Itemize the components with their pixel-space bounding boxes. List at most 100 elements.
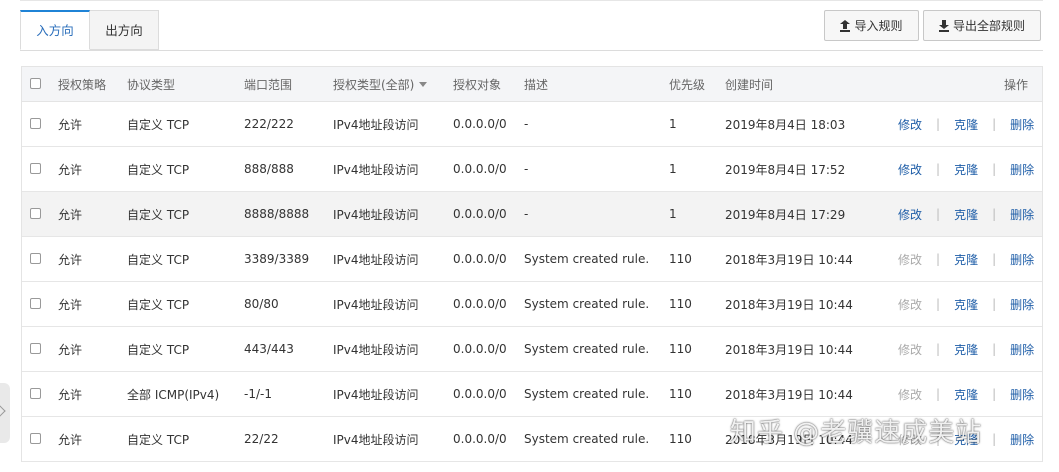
export-all-rules-button[interactable]: 导出全部规则 [923,10,1041,41]
header-priority: 优先级 [669,77,706,92]
import-rules-button[interactable]: 导入规则 [824,10,919,41]
cell-created-time: 2018年3月19日 10:44 [725,297,853,312]
row-checkbox[interactable] [30,343,41,354]
watermark: 知乎 @老骥速成美站 [730,418,983,448]
cell-priority: 1 [669,117,677,131]
header-policy: 授权策略 [58,77,107,92]
cell-auth-object: 0.0.0.0/0 [453,387,507,401]
cell-auth-object: 0.0.0.0/0 [453,297,507,311]
import-rules-label: 导入规则 [854,19,903,33]
cell-policy: 允许 [58,342,83,357]
select-all-checkbox[interactable] [30,78,41,89]
header-created-time: 创建时间 [725,77,774,92]
clone-link[interactable]: 克隆 [954,206,978,223]
row-checkbox[interactable] [30,253,41,264]
row-operations: 修改 | 克隆 | 删除 [898,147,1034,191]
cell-priority: 1 [669,207,677,221]
table-row: 允许 自定义 TCP 222/222 IPv4地址段访问 0.0.0.0/0 - 1 2019… [22,102,1042,147]
table-row: 允许 自定义 TCP 8888/8888 IPv4地址段访问 0.0.0.0/0 - 1 20… [22,192,1042,237]
header-auth-type-filter[interactable]: 授权类型(全部) [333,67,428,101]
cell-protocol: 自定义 TCP [127,207,190,222]
cell-port: 8888/8888 [244,207,310,221]
edit-link[interactable]: 修改 [898,116,922,133]
cell-priority: 110 [669,432,692,446]
row-operations: 修改 | 克隆 | 删除 [898,372,1034,416]
separator: | [992,117,997,131]
cell-auth-type: IPv4地址段访问 [333,387,419,402]
row-checkbox[interactable] [30,388,41,399]
cell-auth-object: 0.0.0.0/0 [453,432,507,446]
header-port: 端口范围 [244,77,293,92]
cell-priority: 110 [669,387,692,401]
separator: | [936,297,941,311]
separator: | [992,342,997,356]
cell-description: System created rule. [524,342,650,356]
edit-link[interactable]: 修改 [898,161,922,178]
download-icon [938,20,949,32]
edit-link[interactable]: 修改 [898,206,922,223]
cell-created-time: 2019年8月4日 18:03 [725,117,846,132]
clone-link[interactable]: 克隆 [954,161,978,178]
cell-auth-type: IPv4地址段访问 [333,117,419,132]
row-checkbox[interactable] [30,163,41,174]
clone-link[interactable]: 克隆 [954,296,978,313]
cell-auth-type: IPv4地址段访问 [333,252,419,267]
caret-down-icon [419,81,428,87]
row-operations: 修改 | 克隆 | 删除 [898,327,1034,371]
cell-policy: 允许 [58,297,83,312]
edit-link: 修改 [898,342,923,357]
cell-description: - [524,207,529,221]
cell-description: System created rule. [524,432,650,446]
separator: | [992,387,997,401]
delete-link[interactable]: 删除 [1010,341,1034,358]
cell-auth-object: 0.0.0.0/0 [453,207,507,221]
separator: | [992,432,997,446]
table-header-row: 授权策略 协议类型 端口范围 授权类型(全部) 授权对象 描述 优先级 创建时间… [22,67,1042,102]
cell-auth-object: 0.0.0.0/0 [453,117,507,131]
table-row: 允许 全部 ICMP(IPv4) -1/-1 IPv4地址段访问 0.0.0.0/0 Sy… [22,372,1042,417]
delete-link[interactable]: 删除 [1010,386,1034,403]
cell-protocol: 全部 ICMP(IPv4) [127,387,220,402]
cell-created-time: 2018年3月19日 10:44 [725,252,853,267]
clone-link[interactable]: 克隆 [954,116,978,133]
row-checkbox[interactable] [30,298,41,309]
clone-link[interactable]: 克隆 [954,386,978,403]
header-auth-type: 授权类型(全部) [333,77,415,92]
table-row: 允许 自定义 TCP 3389/3389 IPv4地址段访问 0.0.0.0/0 Syst… [22,237,1042,282]
delete-link[interactable]: 删除 [1010,161,1034,178]
separator: | [992,207,997,221]
separator: | [936,162,941,176]
cell-port: 80/80 [244,297,279,311]
cell-policy: 允许 [58,207,83,222]
separator: | [992,297,997,311]
clone-link[interactable]: 克隆 [954,341,978,358]
row-checkbox[interactable] [30,208,41,219]
cell-port: 22/22 [244,432,279,446]
delete-link[interactable]: 删除 [1010,206,1034,223]
tab-inbound[interactable]: 入方向 [20,10,90,50]
header-protocol: 协议类型 [127,77,176,92]
delete-link[interactable]: 删除 [1010,296,1034,313]
cell-created-time: 2019年8月4日 17:29 [725,207,846,222]
tab-outbound[interactable]: 出方向 [90,10,159,50]
row-checkbox[interactable] [30,433,41,444]
cell-protocol: 自定义 TCP [127,162,190,177]
delete-link[interactable]: 删除 [1010,116,1034,133]
cell-description: - [524,117,529,131]
cell-priority: 110 [669,342,692,356]
row-operations: 修改 | 克隆 | 删除 [898,237,1034,281]
cell-auth-object: 0.0.0.0/0 [453,162,507,176]
delete-link[interactable]: 删除 [1010,251,1034,268]
cell-created-time: 2018年3月19日 10:44 [725,387,853,402]
cell-protocol: 自定义 TCP [127,432,190,447]
separator: | [992,162,997,176]
row-checkbox[interactable] [30,118,41,129]
security-rules-table: 授权策略 协议类型 端口范围 授权类型(全部) 授权对象 描述 优先级 创建时间… [21,66,1043,462]
edit-link: 修改 [898,252,923,267]
row-operations: 修改 | 克隆 | 删除 [898,102,1034,146]
cell-priority: 1 [669,162,677,176]
delete-link[interactable]: 删除 [1010,431,1034,448]
clone-link[interactable]: 克隆 [954,251,978,268]
edit-link: 修改 [898,297,923,312]
side-expand-handle[interactable] [0,383,10,443]
